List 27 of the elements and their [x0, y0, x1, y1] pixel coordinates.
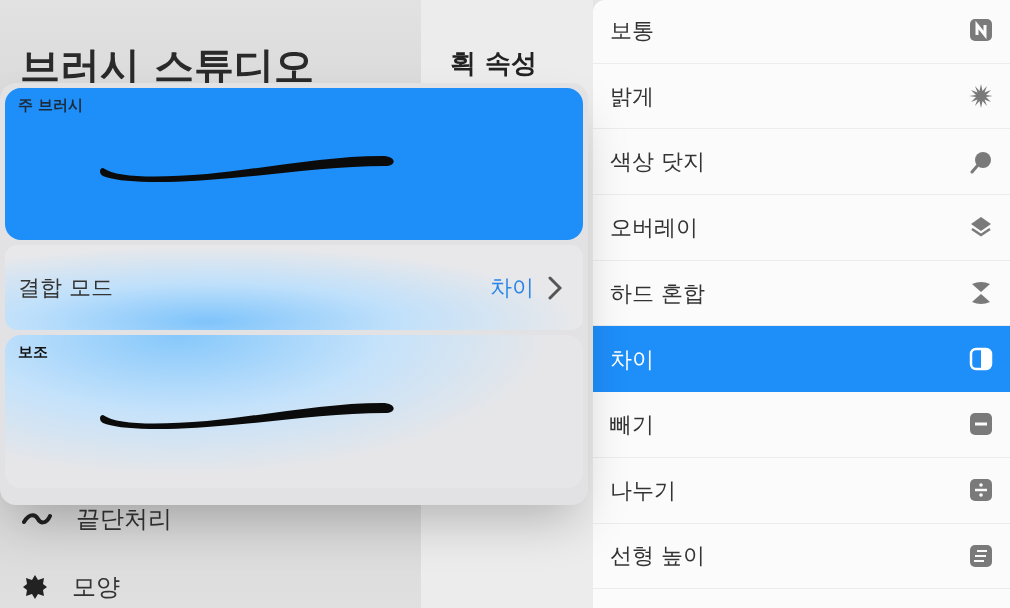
star-badge-icon — [22, 574, 48, 600]
blend-mode-option[interactable]: 밝게 — [593, 63, 1010, 130]
page-title: 브러시 스튜디오 — [20, 42, 314, 91]
sidebar-item[interactable]: 모양 — [72, 574, 120, 600]
paddle-icon — [969, 149, 993, 174]
blend-mode-option[interactable]: 보통 — [593, 0, 1010, 64]
section-title: 획 속성 — [450, 47, 538, 80]
sidebar-item[interactable]: 끝단처리 — [76, 506, 172, 532]
blend-mode-option[interactable]: 색상 닷지 — [593, 129, 1010, 196]
primary-brush-card[interactable]: 주 브러시 — [5, 88, 583, 240]
minus-square-icon — [969, 412, 993, 437]
blend-mode-row[interactable]: 결합 모드 차이 — [5, 245, 583, 330]
blend-mode-option[interactable]: 선형 높이 — [593, 523, 1010, 590]
row-label: 결합 모드 — [18, 274, 113, 302]
lines-square-icon — [969, 543, 993, 568]
blend-mode-option[interactable]: 나누기 — [593, 457, 1010, 524]
blend-mode-value: 차이 — [490, 274, 534, 302]
half-square-icon — [969, 347, 993, 372]
blend-mode-option[interactable]: 오버레이 — [593, 195, 1010, 261]
blend-mode-option[interactable]: 빼기 — [593, 392, 1010, 458]
card-label: 주 브러시 — [18, 95, 84, 116]
card-label: 보조 — [18, 342, 48, 363]
secondary-brush-card[interactable]: 보조 — [5, 335, 583, 488]
tilde-icon — [22, 511, 52, 527]
n-square-icon — [969, 18, 993, 43]
divide-square-icon — [969, 478, 993, 503]
chevron-right-icon — [548, 275, 562, 300]
